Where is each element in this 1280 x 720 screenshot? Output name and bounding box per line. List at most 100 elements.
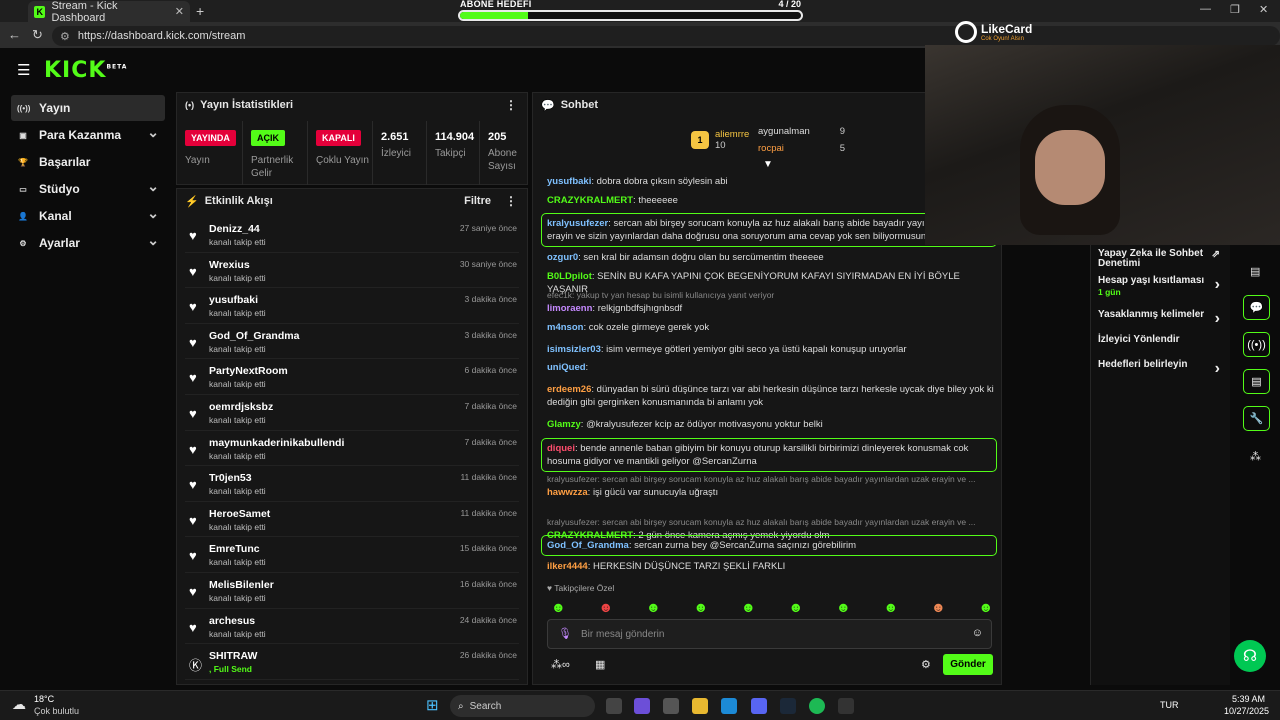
emote-icon[interactable]: ☻ bbox=[836, 599, 851, 615]
sidebar-item-para-kazanma[interactable]: ▣ Para Kazanma ⌄ bbox=[11, 122, 165, 148]
url-field[interactable]: ⚙ https://dashboard.kick.com/stream bbox=[52, 26, 1280, 46]
chat-username[interactable]: ozgur0 bbox=[547, 252, 578, 263]
activity-username[interactable]: MelisBilenler bbox=[209, 579, 274, 591]
activity-username[interactable]: maymunkaderinikabullendi bbox=[209, 437, 344, 449]
chat-username[interactable]: Glamzy bbox=[547, 419, 581, 430]
explorer-icon[interactable] bbox=[692, 698, 708, 714]
emote-icon[interactable]: ☻ bbox=[551, 599, 566, 615]
edge-icon[interactable] bbox=[721, 698, 737, 714]
notes-icon[interactable]: ▤ bbox=[1250, 265, 1260, 278]
reply-reference[interactable]: efec1k: yakup tv yan hesap bu isimli kul… bbox=[547, 289, 999, 302]
task-view-icon[interactable] bbox=[606, 698, 622, 714]
support-icon[interactable]: ☊ bbox=[1234, 640, 1266, 672]
new-tab-icon[interactable]: + bbox=[196, 3, 204, 19]
taskbar-search[interactable]: ⌕ Search bbox=[450, 695, 595, 717]
maximize-icon[interactable]: ❐ bbox=[1230, 3, 1240, 16]
activity-username[interactable]: Wrexius bbox=[209, 259, 250, 271]
activity-username[interactable]: Denizz_44 bbox=[209, 223, 260, 235]
mic-icon[interactable]: 🎙 bbox=[558, 627, 572, 640]
emote-icon[interactable]: ☻ bbox=[789, 599, 804, 615]
chat-username[interactable]: hawwzza bbox=[547, 487, 588, 498]
windows-start-icon[interactable]: ⊞ bbox=[426, 696, 439, 714]
chat-username[interactable]: diquei bbox=[547, 443, 575, 454]
site-info-icon[interactable]: ⚙ bbox=[60, 30, 70, 43]
store-icon[interactable] bbox=[663, 698, 679, 714]
activity-username[interactable]: PartyNextRoom bbox=[209, 365, 288, 377]
steam-icon[interactable] bbox=[780, 698, 796, 714]
minimize-icon[interactable]: — bbox=[1200, 3, 1211, 15]
gift-icon[interactable]: ▦ bbox=[595, 658, 605, 671]
language-indicator[interactable]: TUR bbox=[1160, 700, 1179, 710]
sidebar-item-başarılar[interactable]: 🏆 Başarılar bbox=[11, 149, 165, 175]
reply-reference[interactable]: kralyusufezer: sercan abi birşey sorucam… bbox=[547, 473, 999, 486]
chat-setting-item[interactable]: Hesap yaşı kısıtlaması 1 gün › bbox=[1098, 276, 1226, 298]
chat-username[interactable]: CRAZYKRALMERT bbox=[547, 195, 633, 206]
chat-username[interactable]: limoraenn bbox=[547, 303, 592, 314]
chat-username[interactable]: erdeem26 bbox=[547, 384, 591, 395]
chat-setting-item[interactable]: Yapay Zeka ile Sohbet Denetimi ⇗ bbox=[1098, 249, 1226, 269]
emoji-icon[interactable]: ☺ bbox=[972, 627, 983, 639]
wrench-icon[interactable]: 🔧 bbox=[1243, 406, 1270, 431]
chat-username[interactable]: ilker4444 bbox=[547, 561, 588, 572]
back-icon[interactable]: ← bbox=[8, 27, 21, 42]
reply-reference[interactable]: kralyusufezer: sercan abi birşey sorucam… bbox=[547, 516, 999, 529]
app-icon[interactable] bbox=[838, 698, 854, 714]
browser-tab[interactable]: K Stream - Kick Dashboard ✕ bbox=[28, 0, 190, 24]
activity-username[interactable]: yusufbaki bbox=[209, 294, 258, 306]
kick-logo[interactable]: KICKBETA bbox=[44, 58, 127, 83]
clock-time[interactable]: 5:39 AM bbox=[1232, 694, 1265, 704]
chat-username[interactable]: m4nson bbox=[547, 322, 583, 333]
copilot-icon[interactable] bbox=[634, 698, 650, 714]
expand-icon[interactable]: ▼ bbox=[763, 159, 773, 170]
chat-username[interactable]: yusufbaki bbox=[547, 176, 591, 187]
activity-username[interactable]: God_Of_Grandma bbox=[209, 330, 299, 342]
leaderboard-entry[interactable]: aygunalman 9 bbox=[758, 126, 853, 137]
clock-date[interactable]: 10/27/2025 bbox=[1224, 706, 1269, 716]
activity-username[interactable]: SHITRAW bbox=[209, 650, 257, 662]
leaderboard-entry[interactable]: rocpai 5 bbox=[758, 143, 853, 154]
sidebar-item-stüdyo[interactable]: ▭ Stüdyo ⌄ bbox=[11, 176, 165, 202]
emote-icon[interactable]: ☻ bbox=[931, 599, 946, 615]
settings-icon[interactable]: ⚙ bbox=[921, 658, 931, 671]
send-button[interactable]: Gönder bbox=[943, 654, 993, 675]
share-icon[interactable]: ⁂ bbox=[1250, 450, 1261, 463]
media-tool-icon[interactable]: ▤ bbox=[1243, 369, 1270, 394]
activity-username[interactable]: HeroeSamet bbox=[209, 508, 270, 520]
chat-username[interactable]: uniQued bbox=[547, 362, 586, 373]
activity-time: 27 saniye önce bbox=[459, 223, 517, 233]
activity-username[interactable]: archesus bbox=[209, 615, 255, 627]
activity-username[interactable]: EmreTunc bbox=[209, 543, 260, 555]
chat-username[interactable]: isimsizler03 bbox=[547, 344, 601, 355]
more-options-icon[interactable]: ⋮ bbox=[505, 98, 517, 112]
activity-username[interactable]: oemrdjsksbz bbox=[209, 401, 273, 413]
chat-username[interactable]: God_Of_Grandma bbox=[547, 540, 629, 551]
emote-icon[interactable]: ☻ bbox=[646, 599, 661, 615]
discord-icon[interactable] bbox=[751, 698, 767, 714]
emote-icon[interactable]: ☻ bbox=[979, 599, 994, 615]
reload-icon[interactable]: ↻ bbox=[32, 27, 43, 43]
chat-setting-item[interactable]: Hedefleri belirleyin › bbox=[1098, 360, 1226, 378]
filter-button[interactable]: Filtre bbox=[464, 195, 491, 207]
emote-icon[interactable]: ☻ bbox=[884, 599, 899, 615]
chat-username[interactable]: kralyusufezer bbox=[547, 218, 608, 229]
close-tab-icon[interactable]: ✕ bbox=[175, 5, 184, 18]
sidebar-item-kanal[interactable]: 👤 Kanal ⌄ bbox=[11, 203, 165, 229]
sidebar-item-ayarlar[interactable]: ⚙ Ayarlar ⌄ bbox=[11, 230, 165, 256]
emote-icon[interactable]: ☻ bbox=[741, 599, 756, 615]
activity-username[interactable]: Tr0jen53 bbox=[209, 472, 252, 484]
chat-input[interactable]: 🎙 Bir mesaj gönderin ☺ bbox=[547, 619, 992, 649]
sidebar-item-yayın[interactable]: ((•)) Yayın bbox=[11, 95, 165, 121]
chat-tool-icon[interactable]: 💬 bbox=[1243, 295, 1270, 320]
broadcast-tool-icon[interactable]: ((•)) bbox=[1243, 332, 1270, 357]
weather-icon[interactable]: ☁ bbox=[12, 696, 26, 713]
chat-setting-item[interactable]: İzleyici Yönlendir bbox=[1098, 335, 1226, 345]
emote-icon[interactable]: ☻ bbox=[599, 599, 614, 615]
more-options-icon[interactable]: ⋮ bbox=[505, 194, 517, 208]
spotify-icon[interactable] bbox=[809, 698, 825, 714]
viewers-icon[interactable]: ⁂∞ bbox=[551, 658, 570, 671]
chat-username[interactable]: B0LDpilot bbox=[547, 271, 592, 282]
menu-icon[interactable]: ☰ bbox=[17, 61, 30, 79]
close-window-icon[interactable]: ✕ bbox=[1259, 3, 1268, 16]
emote-icon[interactable]: ☻ bbox=[694, 599, 709, 615]
chat-setting-item[interactable]: Yasaklanmış kelimeler › bbox=[1098, 310, 1226, 328]
